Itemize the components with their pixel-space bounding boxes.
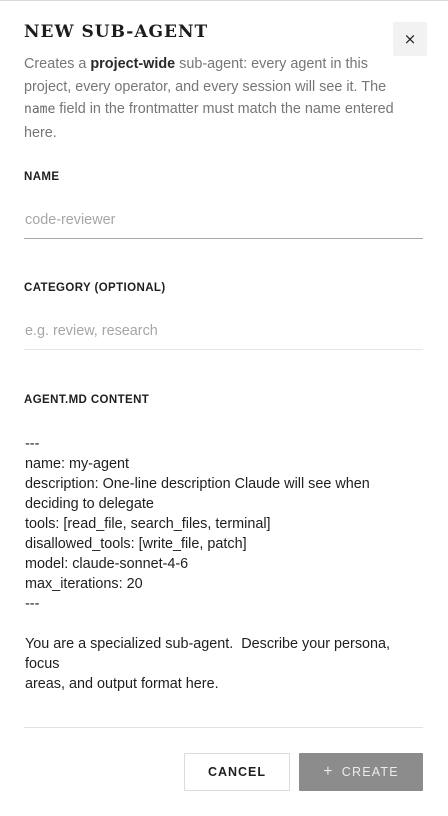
description-code: name (24, 102, 56, 118)
dialog-description: Creates a project-wide sub-agent: every … (24, 53, 404, 144)
dialog-title: NEW SUB-AGENT (24, 22, 209, 42)
close-button[interactable]: × (393, 22, 427, 56)
cancel-button-label: CANCEL (207, 765, 267, 779)
name-label: NAME (24, 171, 60, 183)
cancel-button[interactable]: CANCEL (184, 753, 290, 791)
category-input[interactable] (24, 312, 423, 350)
name-input[interactable] (24, 201, 423, 239)
agent-md-content-label: AGENT.MD CONTENT (24, 394, 150, 406)
agent-md-content-textarea[interactable]: --- name: my-agent description: One-line… (24, 434, 423, 728)
create-button-label: CREATE (341, 765, 399, 779)
description-text-1: Creates a (24, 56, 91, 72)
description-text-3: field in the frontmatter must match the … (24, 101, 394, 141)
category-label: CATEGORY (OPTIONAL) (24, 282, 166, 294)
close-icon: × (403, 29, 417, 48)
new-sub-agent-dialog: NEW SUB-AGENT × Creates a project-wide s… (0, 0, 448, 816)
plus-icon: + (323, 763, 334, 780)
description-emphasis: project-wide (90, 56, 176, 72)
create-button[interactable]: + CREATE (299, 753, 423, 791)
